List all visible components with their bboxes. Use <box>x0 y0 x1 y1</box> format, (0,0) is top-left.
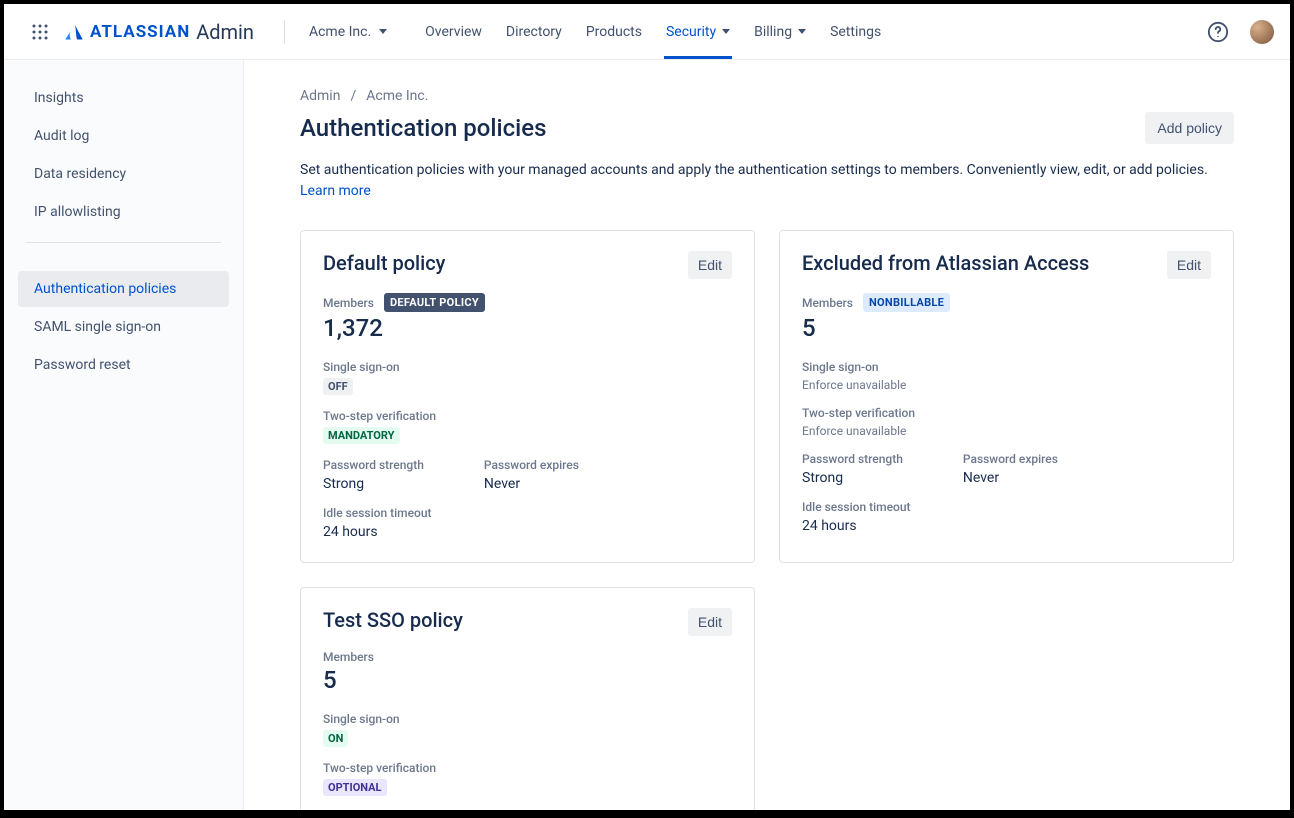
sidebar-item-auth-policies[interactable]: Authentication policies <box>18 271 229 307</box>
nonbillable-badge: NONBILLABLE <box>863 293 950 312</box>
logo[interactable]: ATLASSIAN Admin <box>64 20 254 44</box>
chevron-down-icon <box>379 29 387 34</box>
org-name: Acme Inc. <box>309 24 371 40</box>
top-nav: Overview Directory Products Security Bil… <box>415 6 891 58</box>
add-policy-button[interactable]: Add policy <box>1145 112 1234 144</box>
card-title: Test SSO policy <box>323 608 463 632</box>
two-step-status: MANDATORY <box>323 427 400 444</box>
sidebar-item-saml-sso[interactable]: SAML single sign-on <box>12 309 235 345</box>
chevron-down-icon <box>798 29 806 34</box>
two-step-label: Two-step verification <box>802 406 1211 420</box>
two-step-label: Two-step verification <box>323 409 732 423</box>
pw-expires-label: Password expires <box>963 452 1058 466</box>
idle-label: Idle session timeout <box>802 500 1211 514</box>
breadcrumb-sep: / <box>350 88 356 104</box>
atlassian-icon <box>64 22 84 42</box>
sso-label: Single sign-on <box>323 712 732 726</box>
sso-status: ON <box>323 730 348 747</box>
edit-button[interactable]: Edit <box>688 251 732 279</box>
sso-label: Single sign-on <box>323 360 732 374</box>
page-description: Set authentication policies with your ma… <box>300 160 1234 202</box>
nav-billing[interactable]: Billing <box>744 6 816 58</box>
sidebar-item-ip-allowlisting[interactable]: IP allowlisting <box>12 194 235 230</box>
members-label: Members <box>323 650 374 664</box>
members-label: Members <box>802 296 853 310</box>
pw-strength-value: Strong <box>802 470 903 486</box>
lead-text: Set authentication policies with your ma… <box>300 162 1208 178</box>
logo-text: ATLASSIAN <box>90 22 190 42</box>
policy-card-default: Default policy Edit Members DEFAULT POLI… <box>300 230 755 563</box>
idle-label: Idle session timeout <box>323 506 732 520</box>
org-switcher[interactable]: Acme Inc. <box>305 18 391 46</box>
edit-button[interactable]: Edit <box>688 608 732 636</box>
avatar[interactable] <box>1250 20 1274 44</box>
two-step-status: OPTIONAL <box>323 779 387 796</box>
logo-suffix: Admin <box>196 20 254 44</box>
two-step-status-text: Enforce unavailable <box>802 424 1211 438</box>
nav-settings[interactable]: Settings <box>820 6 891 58</box>
pw-expires-value: Never <box>484 476 579 492</box>
chevron-down-icon <box>722 29 730 34</box>
idle-value: 24 hours <box>323 524 732 540</box>
sidebar-separator <box>26 242 221 243</box>
members-count: 1,372 <box>323 314 732 342</box>
pw-expires-label: Password expires <box>484 458 579 472</box>
pw-strength-label: Password strength <box>323 458 424 472</box>
card-title: Excluded from Atlassian Access <box>802 251 1089 275</box>
divider <box>284 20 285 44</box>
sso-status-text: Enforce unavailable <box>802 378 1211 392</box>
nav-products[interactable]: Products <box>576 6 652 58</box>
edit-button[interactable]: Edit <box>1167 251 1211 279</box>
nav-directory[interactable]: Directory <box>496 6 572 58</box>
sidebar: Insights Audit log Data residency IP all… <box>4 60 244 810</box>
pw-strength-label: Password strength <box>802 452 903 466</box>
app-switcher-icon[interactable] <box>28 20 52 44</box>
nav-billing-label: Billing <box>754 24 792 40</box>
main-content: Admin / Acme Inc. Authentication policie… <box>244 60 1290 810</box>
card-title: Default policy <box>323 251 445 275</box>
sso-label: Single sign-on <box>802 360 1211 374</box>
members-count: 5 <box>802 314 1211 342</box>
default-policy-badge: DEFAULT POLICY <box>384 293 485 312</box>
policy-card-test-sso: Test SSO policy Edit Members 5 Single si… <box>300 587 755 810</box>
sidebar-item-insights[interactable]: Insights <box>12 80 235 116</box>
nav-overview[interactable]: Overview <box>415 6 492 58</box>
breadcrumb-admin[interactable]: Admin <box>300 88 340 104</box>
learn-more-link[interactable]: Learn more <box>300 183 371 199</box>
topbar: ATLASSIAN Admin Acme Inc. Overview Direc… <box>4 4 1290 60</box>
help-icon[interactable] <box>1206 20 1230 44</box>
members-label: Members <box>323 296 374 310</box>
two-step-label: Two-step verification <box>323 761 732 775</box>
sidebar-item-password-reset[interactable]: Password reset <box>12 347 235 383</box>
pw-expires-value: Never <box>963 470 1058 486</box>
nav-security[interactable]: Security <box>656 6 740 58</box>
members-count: 5 <box>323 666 732 694</box>
pw-strength-value: Strong <box>323 476 424 492</box>
policy-card-excluded: Excluded from Atlassian Access Edit Memb… <box>779 230 1234 563</box>
page-title: Authentication policies <box>300 114 547 142</box>
idle-value: 24 hours <box>802 518 1211 534</box>
nav-security-label: Security <box>666 24 716 40</box>
breadcrumb-org[interactable]: Acme Inc. <box>366 88 428 104</box>
sso-status: OFF <box>323 378 353 395</box>
breadcrumb: Admin / Acme Inc. <box>300 88 1234 104</box>
sidebar-item-data-residency[interactable]: Data residency <box>12 156 235 192</box>
sidebar-item-audit-log[interactable]: Audit log <box>12 118 235 154</box>
